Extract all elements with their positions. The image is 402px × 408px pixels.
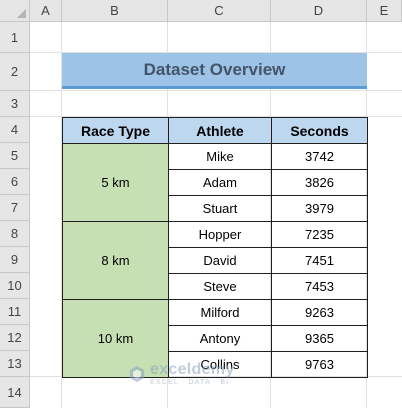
header-seconds[interactable]: Seconds: [271, 117, 368, 144]
row-header-8[interactable]: 8: [0, 221, 30, 247]
athlete-cell[interactable]: Mike: [168, 143, 272, 170]
athlete-cell[interactable]: Steve: [168, 273, 272, 300]
seconds-cell[interactable]: 9263: [271, 299, 368, 326]
athlete-cell[interactable]: Milford: [168, 299, 272, 326]
page-title: Dataset Overview: [143, 59, 286, 79]
row-header-14[interactable]: 14: [0, 377, 30, 408]
header-race-type[interactable]: Race Type: [62, 117, 169, 144]
athlete-cell[interactable]: Adam: [168, 169, 272, 196]
seconds-cell[interactable]: 7235: [271, 221, 368, 248]
column-header-b[interactable]: B: [62, 0, 168, 22]
row-header-6[interactable]: 6: [0, 169, 30, 195]
table-row: 8 km Hopper 7235: [62, 221, 368, 300]
column-header-c[interactable]: C: [168, 0, 271, 22]
table-header-row: Race Type Athlete Seconds: [62, 117, 368, 144]
spreadsheet: A B C D E 1 2 3 4 5 6 7 8 9 10 11 12 13 …: [0, 0, 402, 408]
table-row: 10 km Milford 9263: [62, 299, 368, 378]
row-header-1[interactable]: 1: [0, 22, 30, 53]
dataset-table: Race Type Athlete Seconds 5 km Mike 3742…: [62, 117, 368, 378]
seconds-cell[interactable]: 3979: [271, 195, 368, 222]
table-row: 5 km Mike 3742: [62, 143, 368, 222]
race-type-cell[interactable]: 8 km: [62, 221, 169, 300]
seconds-cell[interactable]: 7451: [271, 247, 368, 274]
row-header-13[interactable]: 13: [0, 351, 30, 377]
watermark-tagline: EXCEL · DATA · BI: [150, 379, 230, 386]
row-header-10[interactable]: 10: [0, 273, 30, 299]
exceldemy-watermark: exceldemy EXCEL · DATA · BI: [128, 362, 235, 386]
select-all-corner[interactable]: [0, 0, 30, 22]
column-header-e[interactable]: E: [367, 0, 402, 22]
seconds-cell[interactable]: 9763: [271, 351, 368, 378]
select-all-icon: [17, 9, 26, 18]
row-header-11[interactable]: 11: [0, 299, 30, 325]
athlete-cell[interactable]: Stuart: [168, 195, 272, 222]
row-header-2[interactable]: 2: [0, 53, 30, 91]
title-cell[interactable]: Dataset Overview: [62, 53, 367, 89]
seconds-cell[interactable]: 3742: [271, 143, 368, 170]
column-header-a[interactable]: A: [30, 0, 62, 22]
header-athlete[interactable]: Athlete: [168, 117, 272, 144]
row-header-3[interactable]: 3: [0, 91, 30, 117]
row-header-12[interactable]: 12: [0, 325, 30, 351]
column-header-d[interactable]: D: [271, 0, 367, 22]
row-header-9[interactable]: 9: [0, 247, 30, 273]
exceldemy-logo-icon: [129, 365, 145, 383]
seconds-cell[interactable]: 7453: [271, 273, 368, 300]
race-type-cell[interactable]: 5 km: [62, 143, 169, 222]
row-header-7[interactable]: 7: [0, 195, 30, 221]
athlete-cell[interactable]: Hopper: [168, 221, 272, 248]
athlete-cell[interactable]: Antony: [168, 325, 272, 352]
watermark-name: exceldemy: [150, 361, 235, 378]
row-header-5[interactable]: 5: [0, 143, 30, 169]
seconds-cell[interactable]: 3826: [271, 169, 368, 196]
athlete-cell[interactable]: David: [168, 247, 272, 274]
seconds-cell[interactable]: 9365: [271, 325, 368, 352]
row-header-4[interactable]: 4: [0, 117, 30, 143]
gridline: [30, 90, 402, 91]
